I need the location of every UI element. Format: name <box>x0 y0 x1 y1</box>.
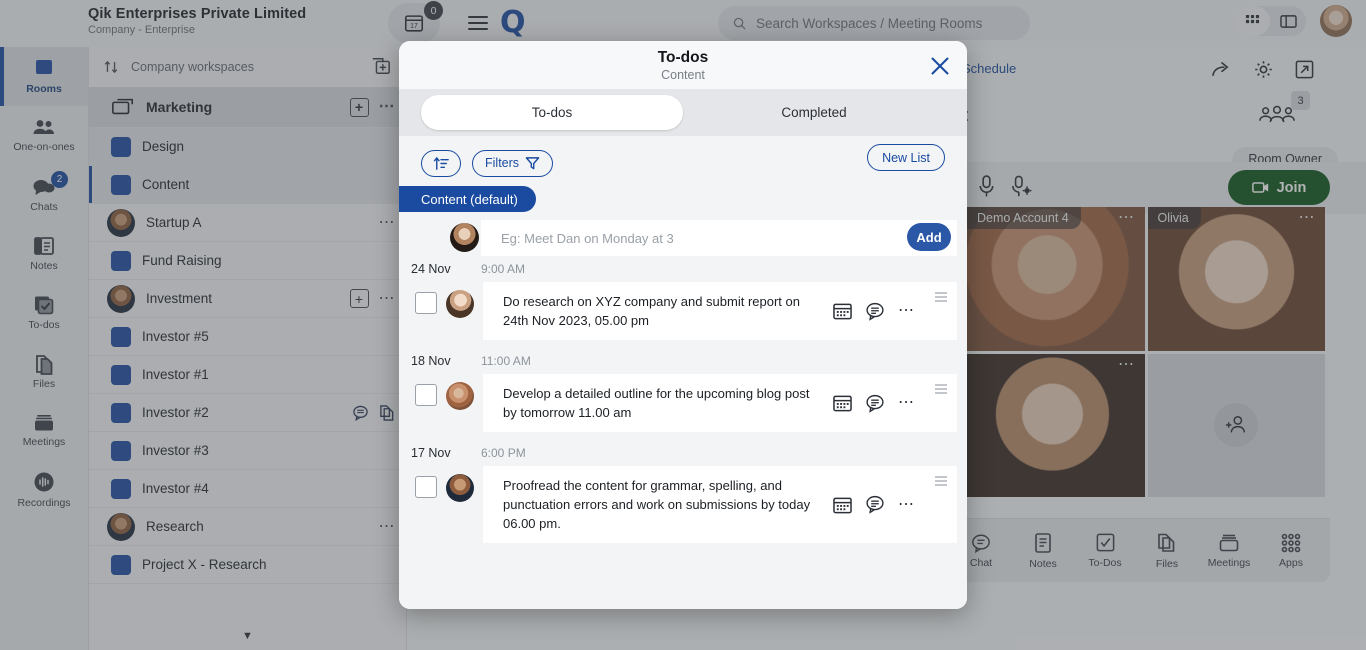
new-task-placeholder: Eg: Meet Dan on Monday at 3 <box>501 230 674 246</box>
drag-handle-icon[interactable] <box>935 292 947 302</box>
task-group-header: 17 Nov 6:00 PM <box>399 440 967 466</box>
calendar-icon[interactable] <box>833 394 852 412</box>
drag-handle-icon[interactable] <box>935 384 947 394</box>
more-options-icon[interactable]: ⋯ <box>898 303 916 319</box>
avatar <box>446 474 474 502</box>
calendar-icon[interactable] <box>833 302 852 320</box>
task-card: Develop a detailed outline for the upcom… <box>483 374 957 432</box>
modal-subtitle: Content <box>661 68 705 82</box>
tab-todos[interactable]: To-dos <box>421 95 683 130</box>
modal-header: To-dos Content <box>399 41 967 89</box>
new-task-input[interactable]: Eg: Meet Dan on Monday at 3 Add <box>450 220 957 256</box>
task-actions: ⋯ <box>833 394 926 413</box>
more-options-icon[interactable]: ⋯ <box>898 496 916 512</box>
task-group-time: 9:00 AM <box>481 262 526 276</box>
comment-icon[interactable] <box>865 495 885 514</box>
new-task-row: Eg: Meet Dan on Monday at 3 Add <box>399 212 967 256</box>
filter-icon <box>525 156 540 169</box>
task-group-date: 24 Nov <box>411 262 451 276</box>
task-checkbox[interactable] <box>415 384 437 406</box>
task-group: 24 Nov 9:00 AM Do research on XYZ compan… <box>399 256 967 348</box>
task-group-time: 6:00 PM <box>481 446 526 460</box>
task-group-time: 11:00 AM <box>481 354 531 368</box>
comment-icon[interactable] <box>865 302 885 321</box>
task-group-header: 24 Nov 9:00 AM <box>399 256 967 282</box>
task-row[interactable]: Develop a detailed outline for the upcom… <box>399 374 967 440</box>
task-actions: ⋯ <box>833 495 926 514</box>
task-text: Develop a detailed outline for the upcom… <box>503 386 810 420</box>
task-checkbox[interactable] <box>415 476 437 498</box>
todos-body: Eg: Meet Dan on Monday at 3 Add 24 Nov 9… <box>399 212 967 609</box>
filters-label: Filters <box>485 156 520 170</box>
task-checkbox[interactable] <box>415 292 437 314</box>
todos-modal: To-dos Content To-dos Completed Filters … <box>399 41 967 609</box>
task-group-date: 17 Nov <box>411 446 451 460</box>
task-row[interactable]: Do research on XYZ company and submit re… <box>399 282 967 348</box>
task-group-date: 18 Nov <box>411 354 451 368</box>
list-chip-content-default[interactable]: Content (default) <box>399 186 536 212</box>
task-text: Do research on XYZ company and submit re… <box>503 294 800 328</box>
task-group-header: 18 Nov 11:00 AM <box>399 348 967 374</box>
comment-icon[interactable] <box>865 394 885 413</box>
tab-completed[interactable]: Completed <box>683 95 945 130</box>
modal-tabs: To-dos Completed <box>399 89 967 136</box>
new-list-button[interactable]: New List <box>867 144 945 171</box>
avatar <box>450 223 479 252</box>
task-group: 18 Nov 11:00 AM Develop a detailed outli… <box>399 348 967 440</box>
sort-button[interactable] <box>421 149 461 177</box>
close-button[interactable] <box>929 55 951 77</box>
avatar <box>446 290 474 318</box>
task-text: Proofread the content for grammar, spell… <box>503 478 811 531</box>
sort-ascending-icon <box>433 156 449 170</box>
add-button[interactable]: Add <box>907 223 951 251</box>
modal-title: To-dos <box>657 49 709 66</box>
avatar <box>446 382 474 410</box>
list-chip-row: Content (default) <box>399 182 967 212</box>
task-card: Do research on XYZ company and submit re… <box>483 282 957 340</box>
close-icon <box>931 57 949 75</box>
task-card: Proofread the content for grammar, spell… <box>483 466 957 543</box>
calendar-icon[interactable] <box>833 496 852 514</box>
drag-handle-icon[interactable] <box>935 476 947 486</box>
modal-controls: Filters New List <box>399 136 967 182</box>
task-actions: ⋯ <box>833 302 926 321</box>
task-row[interactable]: Proofread the content for grammar, spell… <box>399 466 967 551</box>
more-options-icon[interactable]: ⋯ <box>898 395 916 411</box>
task-group: 17 Nov 6:00 PM Proofread the content for… <box>399 440 967 551</box>
filters-button[interactable]: Filters <box>472 149 554 177</box>
